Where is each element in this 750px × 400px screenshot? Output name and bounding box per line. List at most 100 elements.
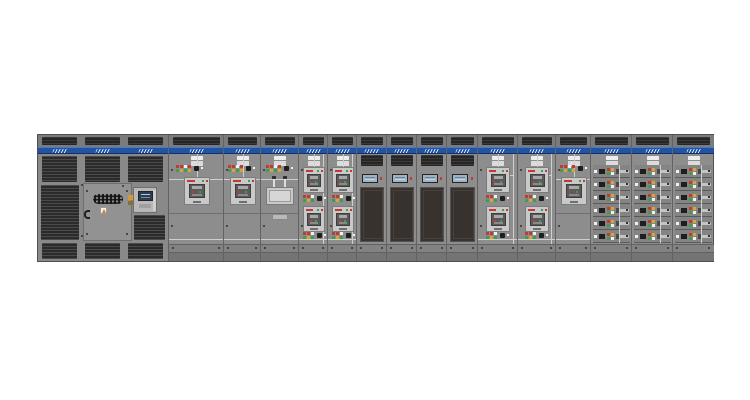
screw-dot — [480, 225, 482, 227]
isolator-cap — [272, 176, 276, 179]
drawer-latch — [676, 170, 679, 173]
indicator-lamp — [529, 236, 532, 239]
indicator-lamp — [611, 194, 614, 197]
drawer-display — [681, 208, 687, 213]
drawer-screw — [708, 222, 710, 224]
screw-dot — [351, 247, 353, 249]
mimic-line — [169, 239, 224, 240]
indicator-lamp — [228, 169, 231, 172]
breaker-mech — [533, 215, 542, 218]
drawer-display — [681, 221, 687, 226]
indicator-lamp — [560, 169, 563, 172]
drawer-display — [640, 182, 646, 187]
indicator-lamp — [525, 195, 528, 198]
breaker-mech — [339, 176, 347, 179]
breaker-window — [530, 213, 545, 226]
mimic-line — [619, 165, 620, 243]
hmi-display-line — [395, 177, 405, 178]
breaker-racking-slot — [310, 189, 318, 191]
side-louver — [134, 215, 165, 240]
mimic-line — [224, 239, 261, 240]
meter-screen-line — [141, 197, 150, 198]
power-meter — [133, 187, 157, 213]
screw-dot — [226, 169, 228, 171]
screw-dot — [520, 169, 522, 171]
screw-dot — [585, 247, 587, 249]
breaker-lamp — [576, 191, 578, 193]
screw-dot — [263, 169, 265, 171]
indicator-lamp — [274, 169, 277, 172]
drawer-latch — [676, 235, 679, 238]
breaker-window — [307, 174, 321, 187]
indicator-lamp — [311, 195, 314, 198]
breaker-mech — [494, 222, 503, 224]
breaker-mech — [533, 183, 542, 185]
indicator-lamp — [311, 236, 314, 239]
indicator-lamp — [240, 165, 243, 168]
dark-door — [390, 187, 414, 242]
breaker-window — [566, 184, 582, 198]
drawer-latch — [635, 196, 638, 199]
indicator-lamp — [652, 168, 655, 171]
hmi-display-line — [455, 177, 465, 178]
indicator-lamp — [560, 165, 563, 168]
drawer-display — [681, 169, 687, 174]
screw-dot — [676, 247, 678, 249]
screw-dot — [626, 247, 628, 249]
feeder-bay-4 — [327, 135, 356, 261]
mcc-drawer-row — [634, 178, 671, 191]
dark-door — [450, 187, 475, 242]
indicator-lamp — [652, 224, 655, 227]
breaker-mech — [533, 222, 542, 224]
roof-vent — [391, 137, 413, 145]
screw-dot — [218, 247, 220, 249]
indicator-lamp — [270, 165, 273, 168]
indicator-lamp — [689, 194, 692, 197]
indicator-lamp — [253, 167, 255, 169]
circuit-breaker-unit — [486, 206, 510, 232]
drawer-display — [640, 208, 646, 213]
roof-vent — [522, 137, 552, 145]
indicator-lamp — [533, 236, 536, 239]
indicator-lamp — [607, 172, 610, 175]
indicator-lamp — [652, 237, 655, 240]
hmi-display — [392, 174, 408, 183]
screw-dot — [360, 247, 362, 249]
mimic-line — [537, 154, 538, 167]
indicator-lamp — [490, 199, 493, 202]
drawer-display — [599, 234, 605, 239]
screw-dot — [302, 247, 304, 249]
vent-handle-plate — [688, 156, 700, 160]
dark-door-frame — [363, 190, 383, 239]
mimic-line — [498, 154, 499, 167]
indicator-lamp — [648, 185, 651, 188]
bottom-vent — [42, 243, 77, 259]
screw-dot — [86, 233, 88, 235]
isolator-cap — [283, 176, 287, 179]
indicator-lamp — [494, 236, 497, 239]
indicator-lamp — [648, 220, 651, 223]
indicator-lamp — [611, 168, 614, 171]
indicator-lamp — [188, 165, 191, 168]
brand-logo-icon — [424, 149, 439, 153]
indicator-lamp — [693, 233, 696, 236]
breaker-lamp — [506, 170, 508, 172]
mimic-line — [299, 239, 328, 240]
breaker-window — [491, 213, 506, 226]
breaker-racking-slot — [310, 228, 318, 230]
indicator-lamp — [607, 194, 610, 197]
circuit-breaker-unit — [184, 177, 210, 205]
screw-dot — [86, 190, 88, 192]
screw-dot — [126, 233, 128, 235]
drawer-screw — [667, 222, 669, 224]
indicator-lamp — [611, 211, 614, 214]
drawer-screw — [626, 222, 628, 224]
indicator-lamp — [184, 165, 187, 168]
indicator-lamp — [693, 185, 696, 188]
base-skirt — [261, 252, 299, 261]
indicator-lamp — [307, 199, 310, 202]
roof-vent — [636, 137, 669, 145]
brand-logo-icon — [189, 149, 204, 153]
breaker-mech — [192, 194, 202, 196]
breaker-mech — [192, 186, 202, 189]
